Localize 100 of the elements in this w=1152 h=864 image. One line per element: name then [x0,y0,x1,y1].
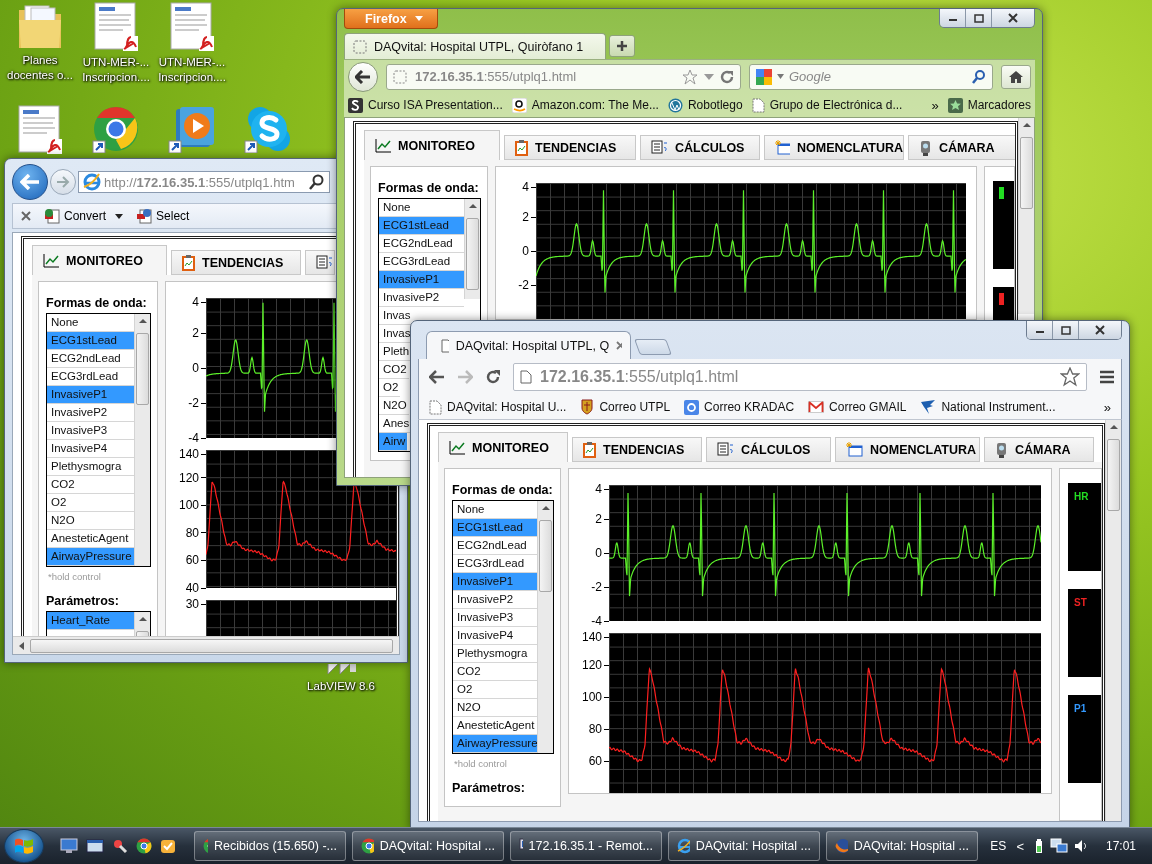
search-engine-icon[interactable] [756,68,772,85]
list-item[interactable]: Heart_Rate [47,612,134,630]
desktop-icon[interactable] [60,838,78,854]
maximize-button[interactable] [966,9,992,27]
pdf-document-icon[interactable] [169,2,215,52]
bookmark-link[interactable]: DAQvital: Hospital U... [429,399,567,415]
tab[interactable]: TENDENCIAS [504,135,636,160]
more-bookmarks-button[interactable]: » [931,97,939,113]
reload-button[interactable] [485,369,501,385]
scrollbar[interactable] [134,314,150,566]
home-button[interactable] [1001,64,1031,89]
scrollbar-thumb[interactable] [1020,137,1033,209]
search-icon[interactable] [972,69,986,84]
scrollbar[interactable] [464,199,480,299]
tab[interactable]: CÁMARA [984,437,1094,462]
notepad-icon[interactable] [160,838,176,854]
star-icon[interactable] [682,68,698,85]
address-field[interactable]: 172.16.35.1:555/utplq1.html [386,63,741,90]
tab[interactable]: CÁMARA [908,135,1015,160]
caret-icon[interactable] [777,74,784,79]
star-icon[interactable] [1060,367,1080,387]
network-icon[interactable] [1049,838,1068,854]
bookmark-link[interactable]: Correo UTPL [580,399,671,415]
list-item[interactable]: ECG1stLead [453,519,537,537]
scrollbar-thumb[interactable] [466,218,479,290]
speaker-icon[interactable] [1073,838,1088,854]
scrollbar[interactable] [537,501,553,753]
list-item[interactable]: InvasiveP1 [379,271,464,289]
taskbar-button[interactable]: 172.16.35.1 - Remot... [510,831,662,861]
list-item[interactable]: ECG1stLead [379,217,464,235]
folder-icon[interactable] [17,2,63,50]
scrollbar-thumb[interactable] [136,333,149,405]
bookmark-link[interactable]: National Instrument... [920,399,1056,415]
browser-tab[interactable]: DAQvital: Hospital UTPL, Q [426,331,631,359]
bookmark-link[interactable]: Curso ISA Presentation... [348,97,503,113]
tools-icon[interactable] [112,838,128,854]
chat-app-icon[interactable] [244,105,292,153]
window-icon[interactable] [86,838,104,854]
back-button[interactable] [429,370,445,384]
power-icon[interactable] [1033,838,1044,854]
list-item[interactable]: InvasiveP1 [453,573,537,591]
scrollbar[interactable] [13,636,399,654]
bookmark-link[interactable]: Correo GMAIL [808,400,907,414]
tab[interactable]: NOMENCLATURA [835,437,980,462]
bookmark-link[interactable]: Robotlego [667,97,743,113]
list-item[interactable]: AirwayPressure [453,735,537,753]
close-tab-icon[interactable] [616,341,622,350]
list-item[interactable]: AirwayPressure [47,548,134,566]
start-button[interactable] [4,829,44,863]
back-button[interactable] [348,61,378,92]
tab[interactable]: MONITOREO [364,130,500,160]
scrollbar-thumb[interactable] [1107,439,1120,511]
clock[interactable]: 17:01 [1105,839,1136,853]
new-tab-button[interactable] [609,35,635,57]
search-field[interactable]: Google [749,63,993,90]
taskbar-button[interactable]: DAQvital: Hospital ... [826,831,978,861]
taskbar-button[interactable]: DAQvital: Hospital ... [668,831,820,861]
list-item[interactable]: Airw [379,433,408,451]
minimize-button[interactable] [940,9,966,27]
tab[interactable]: MONITOREO [32,245,167,275]
address-field[interactable]: 172.16.35.1:555/utplq1.html [513,363,1087,391]
bookmark-link[interactable]: Correo KRADAC [684,399,795,415]
pdf-document-icon[interactable] [93,2,139,52]
tab[interactable]: TENDENCIAS [171,250,301,275]
application-icon[interactable] [324,664,358,676]
scrollbar-thumb[interactable] [30,638,393,653]
back-button[interactable] [12,164,48,200]
pdf-document-icon[interactable] [17,105,63,155]
bookmark-link[interactable]: Grupo de Electrónica d... [751,97,903,113]
dropdown-icon[interactable] [704,73,714,80]
scrollbar-thumb[interactable] [539,520,552,592]
language-indicator[interactable]: ES [990,839,1007,853]
bookmark-link[interactable]: Amazon.com: The Me... [511,97,659,113]
scrollbar[interactable] [1105,420,1121,821]
tab[interactable]: CÁLCULOS [640,135,760,160]
scrollbar[interactable] [1018,118,1034,314]
tab[interactable]: CÁLCULOS [706,437,831,462]
taskbar-button[interactable]: DAQvital: Hospital ... [352,831,504,861]
search-icon[interactable] [309,174,325,190]
tab[interactable]: TENDENCIAS [572,437,702,462]
show-hidden-icons-button[interactable]: < [1012,838,1028,854]
list-item[interactable]: ECG1stLead [47,332,134,350]
more-bookmarks-button[interactable]: » [1103,399,1111,415]
address-field[interactable]: http://172.16.35.1:555/utplq1.htm [78,171,330,193]
list-item[interactable]: InvasiveP1 [47,386,134,404]
media-player-icon[interactable] [168,105,216,153]
toolbar-button[interactable]: Select [135,208,190,224]
close-icon[interactable] [21,211,31,221]
browser-icon[interactable] [92,105,140,153]
menu-button[interactable] [1099,370,1115,384]
tab[interactable]: NOMENCLATURA [764,135,904,160]
reload-icon[interactable] [720,69,734,84]
browser-tab[interactable]: DAQvital: Hospital UTPL, Quiròfano 1 [344,33,606,59]
bookmarks-menu-button[interactable]: Marcadores [947,97,1031,113]
toolbar-button[interactable]: Convert [43,208,124,224]
tab[interactable] [305,250,335,275]
minimize-button[interactable] [1027,321,1053,339]
taskbar-button[interactable]: Recibidos (15.650) -... [194,831,346,861]
close-button[interactable] [1079,321,1121,339]
close-button[interactable] [992,9,1034,27]
